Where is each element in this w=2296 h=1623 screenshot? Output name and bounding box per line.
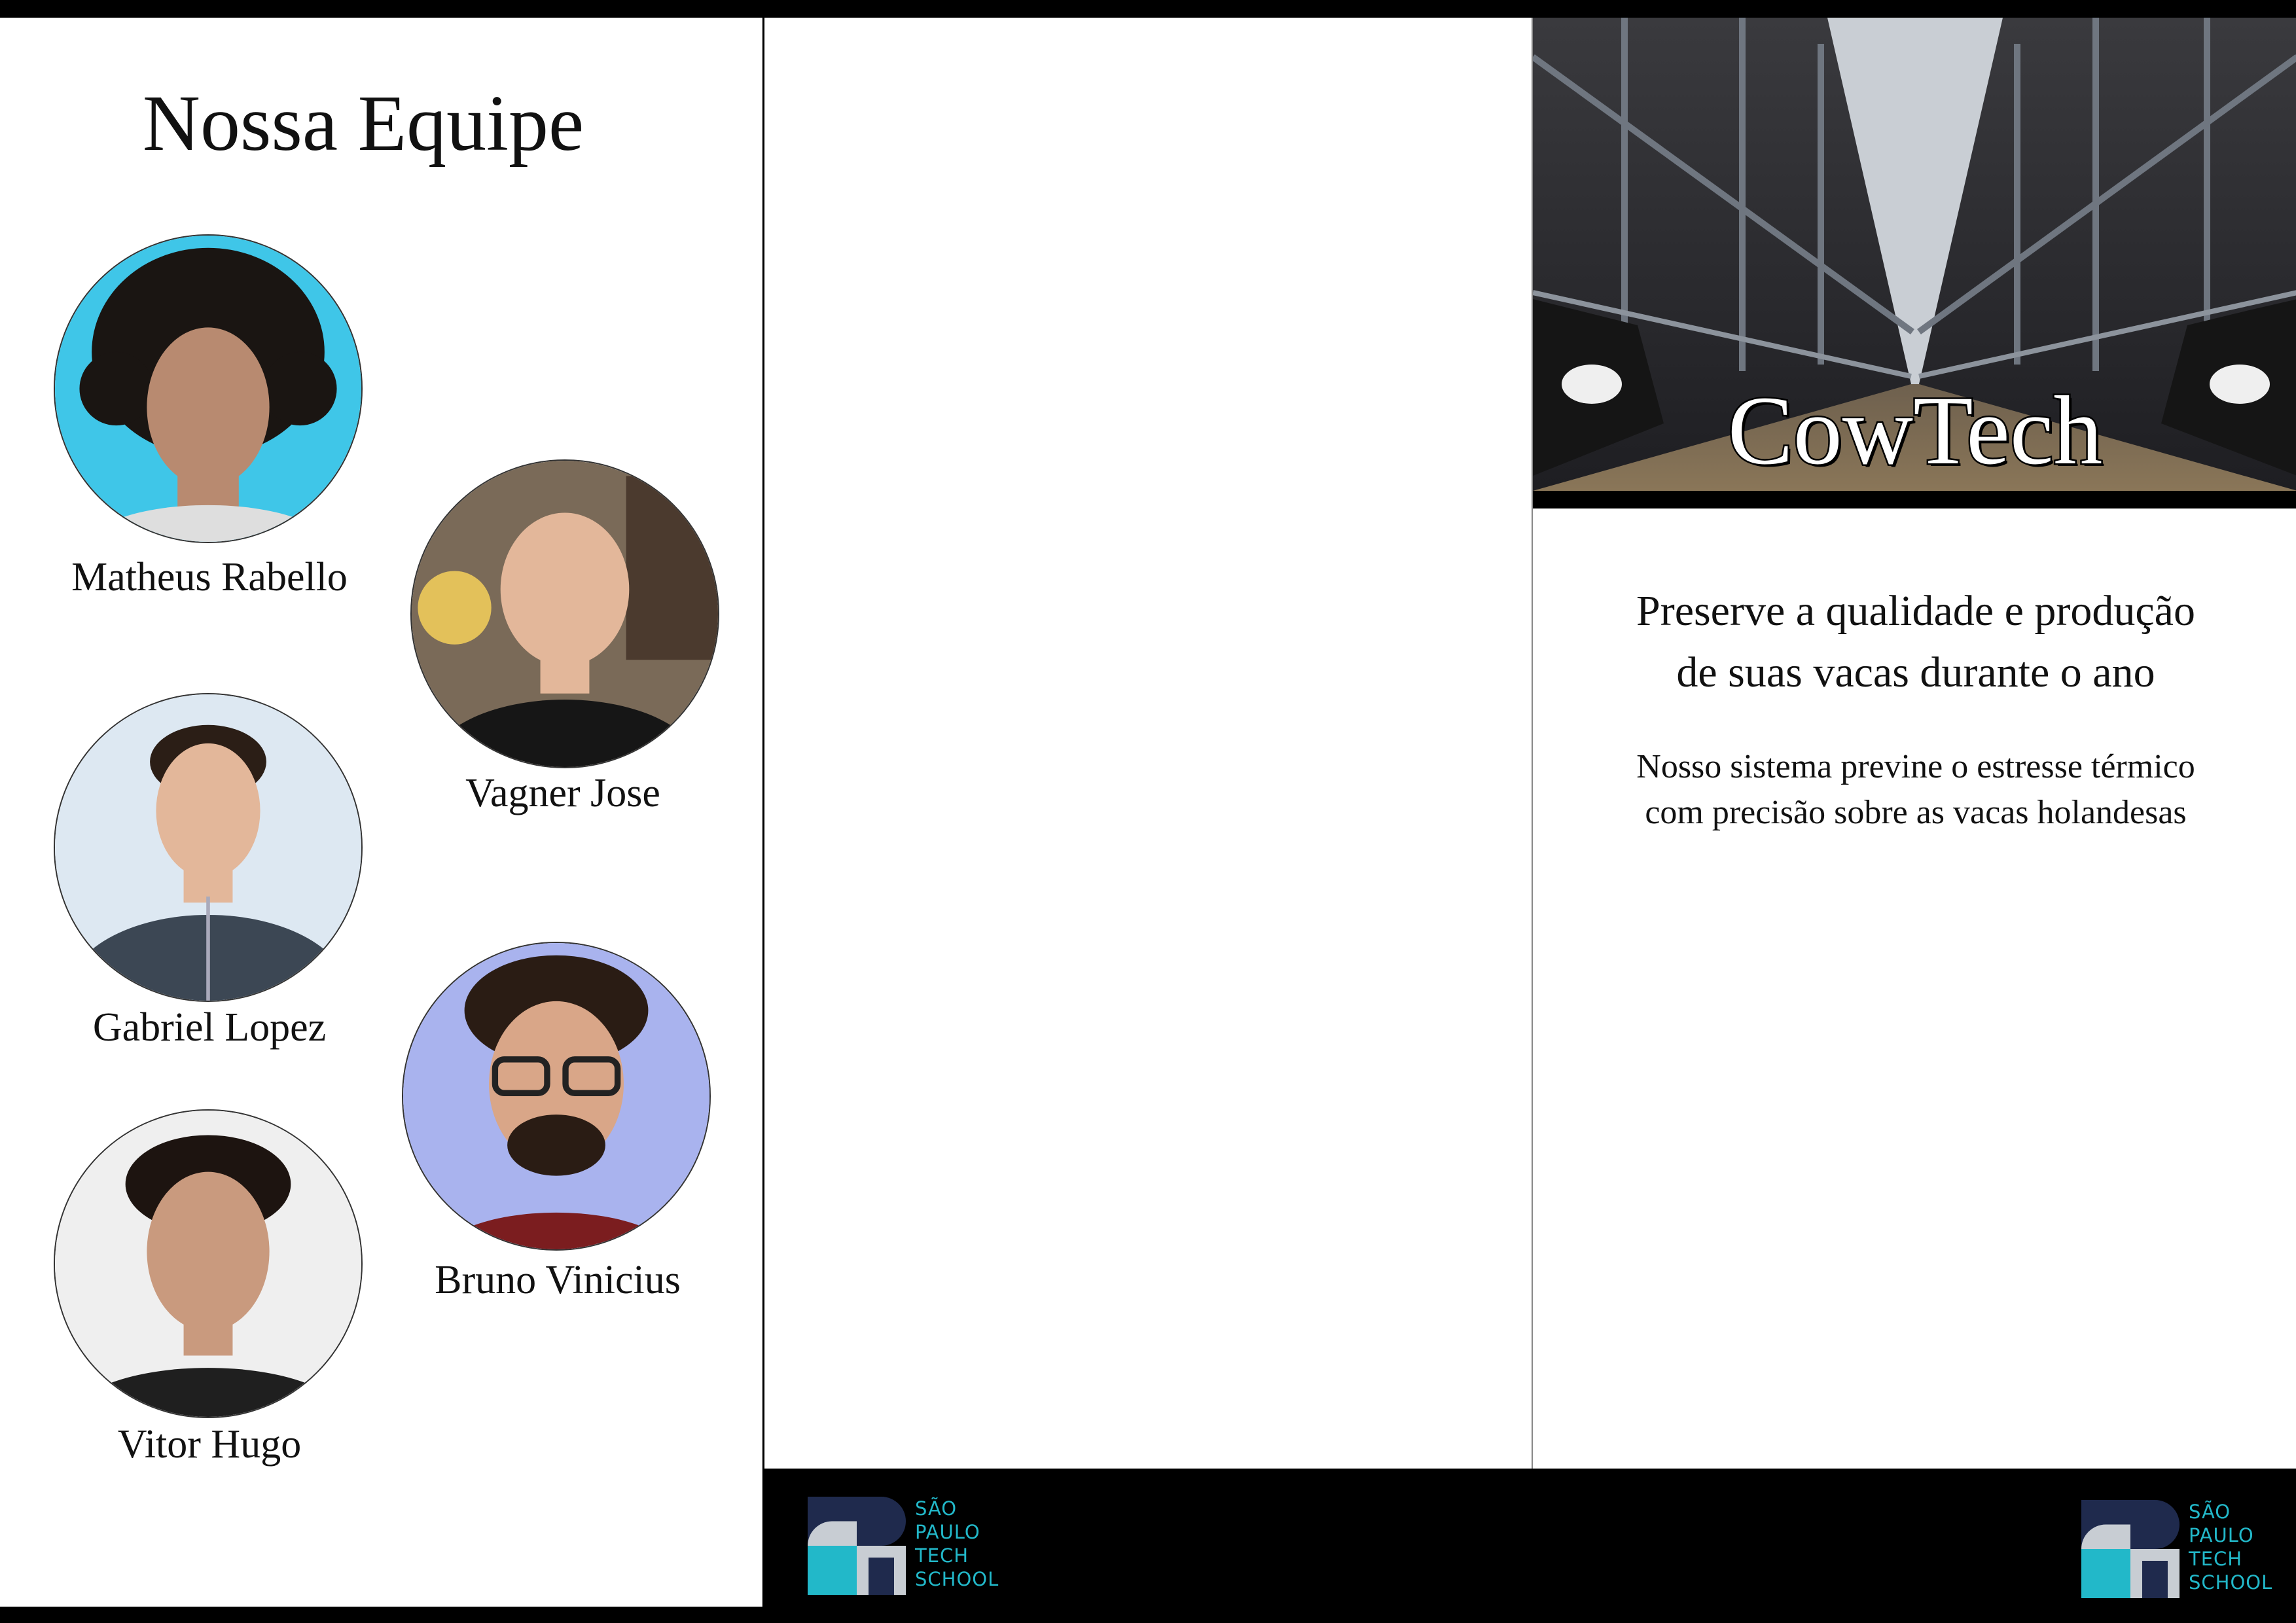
sptech-logo-left: SÃO PAULO TECH SCHOOL [808,1497,999,1608]
logo-text-line: SÃO [2189,1501,2231,1523]
headline: Preserve a qualidade e produção de suas … [1552,580,2279,704]
member-name: Bruno Vinicius [435,1258,681,1302]
hero-divider [1533,491,2296,508]
description-line: com precisão sobre as vacas holandesas [1645,794,2187,831]
logo-text-line: PAULO [2189,1524,2254,1546]
sptech-logo-mark [2081,1500,2179,1598]
headline-line: de suas vacas durante o ano [1676,649,2155,696]
brand-title: CowTech [1726,375,2104,487]
sptech-logo-text: SÃO PAULO TECH SCHOOL [2189,1500,2272,1594]
member-name: Gabriel Lopez [92,1005,327,1050]
barn-photo: CowTech [1533,18,2296,491]
cover-panel: CowTech Preserve a qualidade e produção … [1532,18,2296,1469]
logo-text-line: TECH [915,1544,969,1567]
sptech-logo-text: SÃO PAULO TECH SCHOOL [915,1497,999,1591]
member-photo [402,942,711,1251]
team-panel: Nossa Equipe Matheus Rabello Vagner Jose… [0,18,763,1607]
team-title: Nossa Equipe [142,79,584,168]
description: Nosso sistema previne o estresse térmico… [1552,744,2279,836]
sptech-logo-right: SÃO PAULO TECH SCHOOL [2081,1500,2272,1611]
member-photo [54,693,363,1002]
logo-text-line: PAULO [915,1521,980,1543]
member-photo [54,234,363,543]
logo-text-line: SCHOOL [915,1568,999,1590]
logo-text-line: TECH [2189,1548,2243,1570]
member-photo [54,1109,363,1418]
headline-line: Preserve a qualidade e produção [1636,587,2195,635]
member-name: Vitor Hugo [117,1422,302,1467]
blank-panel [764,18,1532,1469]
description-line: Nosso sistema previne o estresse térmico [1636,748,2195,785]
member-name: Vagner Jose [465,771,660,815]
logo-text-line: SCHOOL [2189,1571,2273,1594]
member-photo [410,459,719,768]
logo-text-line: SÃO [915,1497,958,1520]
member-name: Matheus Rabello [71,555,348,599]
sptech-logo-mark [808,1497,906,1595]
